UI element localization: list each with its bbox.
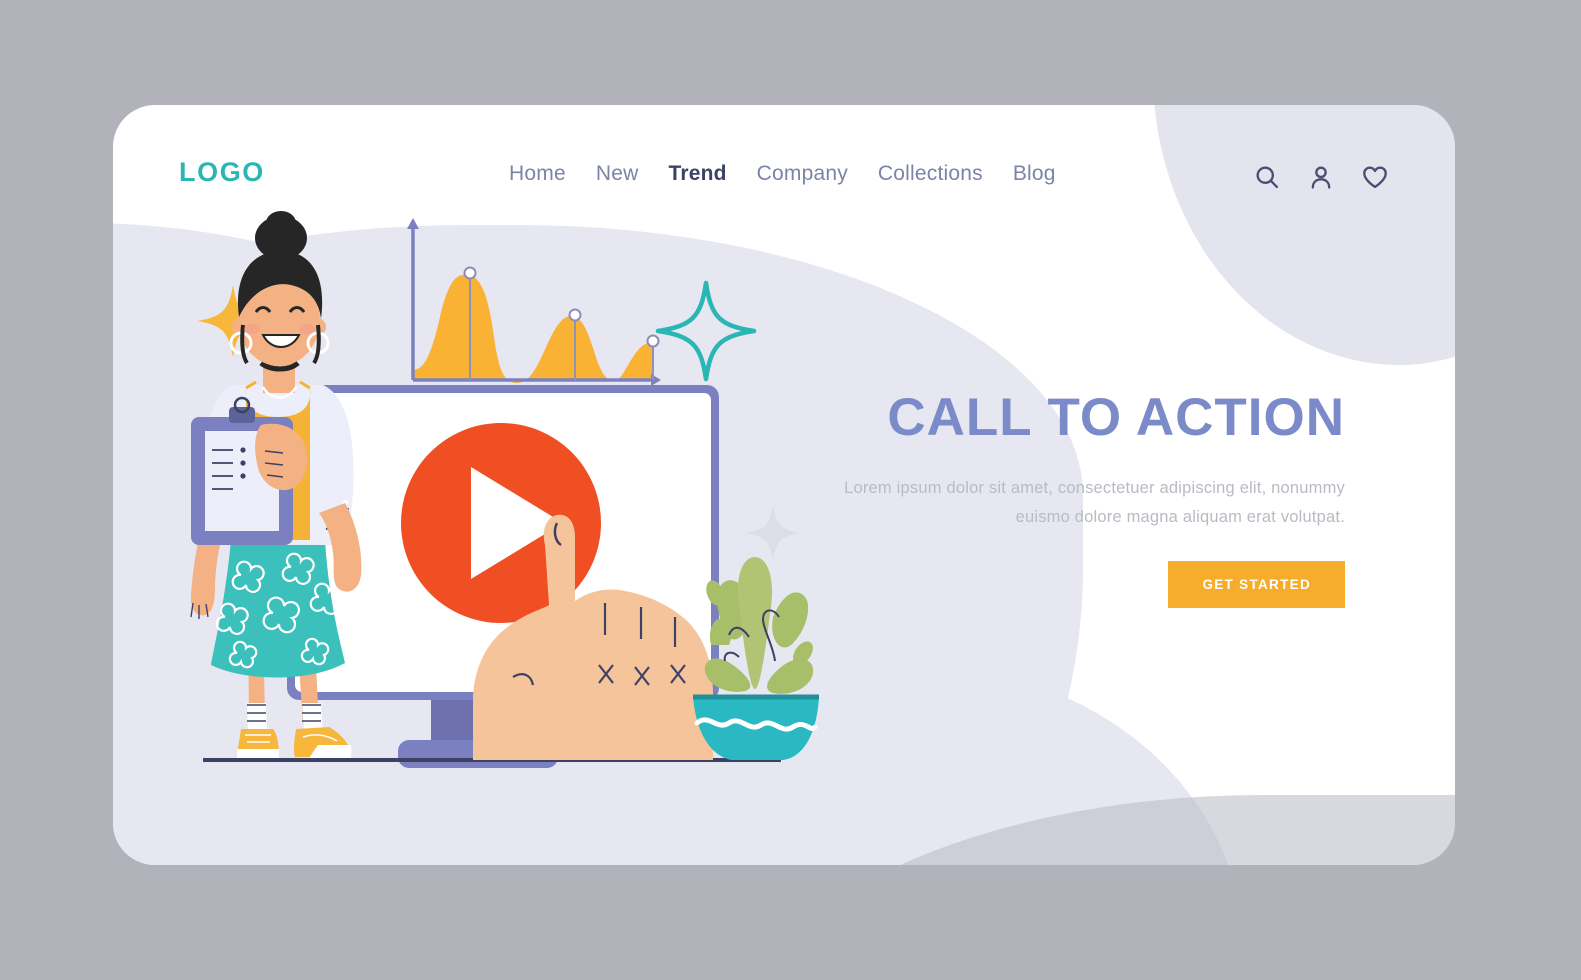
nav-item-collections[interactable]: Collections — [878, 162, 983, 186]
nav-item-company[interactable]: Company — [757, 162, 848, 186]
cta-description: Lorem ipsum dolor sit amet, consectetuer… — [844, 478, 1345, 526]
get-started-button[interactable]: GET STARTED — [1168, 561, 1345, 609]
heart-icon[interactable] — [1361, 163, 1389, 191]
nav-item-blog[interactable]: Blog — [1013, 162, 1056, 186]
search-icon[interactable] — [1253, 163, 1281, 191]
header-icon-group — [1253, 163, 1389, 191]
sparkle-gray-icon — [745, 505, 801, 561]
landing-page-card: LOGO Home New Trend Company Collections … — [113, 105, 1455, 865]
nav-item-home[interactable]: Home — [509, 162, 566, 186]
sparkle-teal-icon — [655, 280, 757, 382]
logo[interactable]: LOGO — [179, 157, 265, 188]
site-header: LOGO Home New Trend Company Collections … — [113, 105, 1455, 265]
cta-block: CALL TO ACTION Lorem ipsum dolor sit ame… — [825, 388, 1345, 609]
nav-item-new[interactable]: New — [596, 162, 639, 186]
user-icon[interactable] — [1307, 163, 1335, 191]
screenshot-root: LOGO Home New Trend Company Collections … — [0, 0, 1581, 980]
page-title: CALL TO ACTION — [887, 388, 1345, 447]
nav-item-trend[interactable]: Trend — [668, 162, 726, 186]
main-navigation: Home New Trend Company Collections Blog — [509, 162, 1056, 186]
